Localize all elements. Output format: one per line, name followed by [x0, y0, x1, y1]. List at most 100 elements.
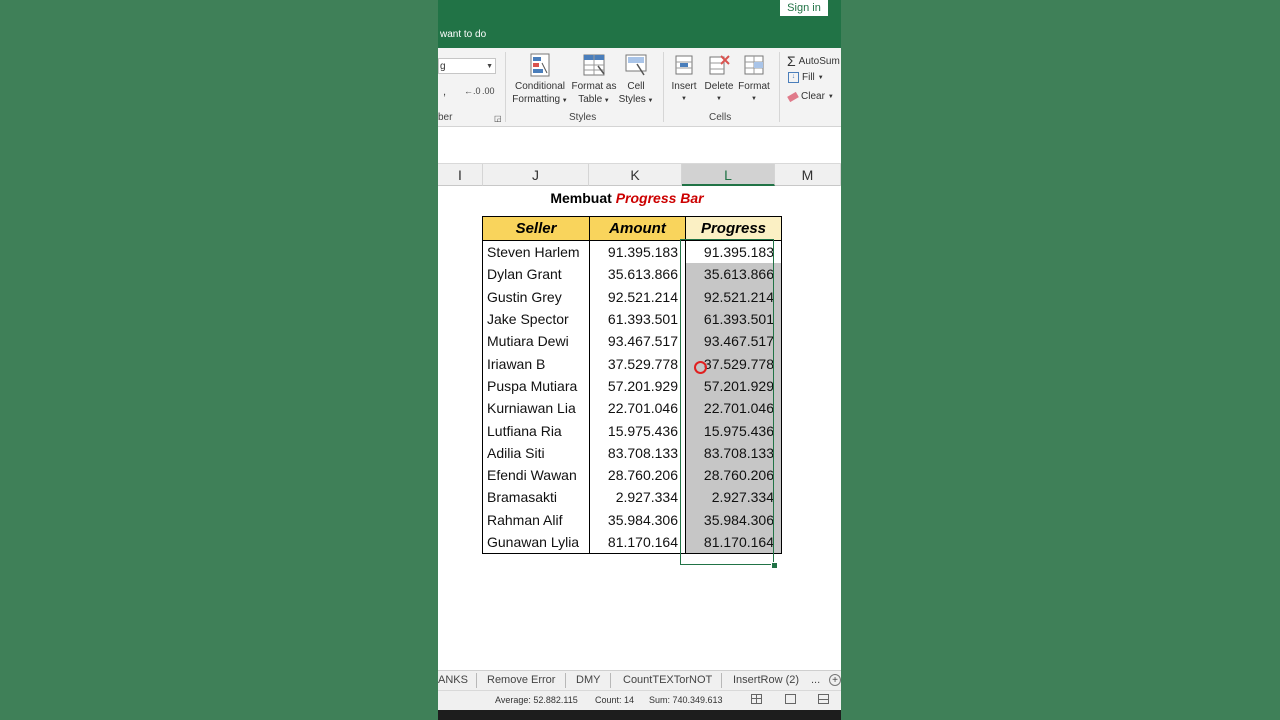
delete-button[interactable]: Delete ▼ — [702, 52, 736, 106]
progress-cell[interactable]: 81.170.164 — [685, 530, 782, 555]
table-row: Gustin Grey 92.521.214 92.521.214 — [482, 285, 782, 308]
seller-cell[interactable]: Adilia Siti — [482, 441, 590, 464]
normal-view-icon[interactable] — [751, 694, 762, 704]
column-header-i[interactable]: I — [438, 164, 483, 186]
column-header-k[interactable]: K — [589, 164, 682, 186]
insert-button[interactable]: Insert ▼ — [667, 52, 701, 106]
seller-cell[interactable]: Puspa Mutiara — [482, 374, 590, 398]
sheet-tab[interactable]: ANKS — [438, 671, 468, 690]
page-break-view-icon[interactable] — [818, 694, 829, 704]
autosum-button[interactable]: Σ AutoSum — [787, 53, 840, 69]
progress-cell[interactable]: 61.393.501 — [685, 307, 782, 331]
seller-cell[interactable]: Lutfiana Ria — [482, 419, 590, 442]
progress-cell[interactable]: 28.760.206 — [685, 463, 782, 487]
amount-cell[interactable]: 35.984.306 — [589, 508, 686, 531]
conditional-formatting-button[interactable]: Conditional Formatting ▼ — [512, 52, 568, 108]
tab-separator — [721, 673, 722, 688]
clear-label: Clear — [801, 91, 825, 102]
worksheet-grid[interactable]: Membuat Progress Bar Seller Amount Progr… — [438, 186, 841, 670]
tab-separator — [476, 673, 477, 688]
amount-cell[interactable]: 93.467.517 — [589, 330, 686, 353]
amount-cell[interactable]: 2.927.334 — [589, 486, 686, 509]
progress-cell[interactable]: 22.701.046 — [685, 397, 782, 420]
more-tabs-button[interactable]: ... — [811, 671, 820, 690]
seller-cell[interactable]: Bramasakti — [482, 486, 590, 509]
mouse-cursor-highlight-icon — [694, 361, 707, 374]
format-button[interactable]: Format ▼ — [737, 52, 771, 106]
seller-cell[interactable]: Steven Harlem — [482, 240, 590, 264]
progress-cell[interactable]: 83.708.133 — [685, 441, 782, 464]
seller-cell[interactable]: Jake Spector — [482, 307, 590, 331]
amount-cell[interactable]: 22.701.046 — [589, 397, 686, 420]
sigma-icon: Σ — [787, 53, 796, 69]
sheet-tab[interactable]: InsertRow (2) — [733, 671, 799, 690]
progress-cell[interactable]: 2.927.334 — [685, 486, 782, 509]
increase-decimal-button[interactable]: ←.0 — [464, 86, 481, 96]
header-amount[interactable]: Amount — [589, 216, 686, 241]
format-as-table-icon — [583, 54, 605, 76]
status-count: Count: 14 — [595, 695, 635, 705]
sheet-tab[interactable]: DMY — [576, 671, 600, 690]
column-header-m[interactable]: M — [775, 164, 841, 186]
clear-button[interactable]: Clear ▼ — [787, 91, 834, 102]
amount-cell[interactable]: 57.201.929 — [589, 374, 686, 398]
progress-cell[interactable]: 93.467.517 — [685, 330, 782, 353]
number-format-value: g — [440, 61, 446, 72]
seller-cell[interactable]: Kurniawan Lia — [482, 397, 590, 420]
excel-window: Sign in want to do g ▼ , ←.0 .00 ber ◲ C… — [438, 0, 841, 720]
seller-cell[interactable]: Gunawan Lylia — [482, 530, 590, 555]
progress-cell[interactable]: 15.975.436 — [685, 419, 782, 442]
progress-cell[interactable]: 91.395.183 — [685, 240, 782, 264]
amount-cell[interactable]: 15.975.436 — [589, 419, 686, 442]
sheet-tab[interactable]: CountTEXTorNOT — [623, 671, 712, 690]
table-row: Gunawan Lylia 81.170.164 81.170.164 — [482, 530, 782, 555]
tab-separator — [565, 673, 566, 688]
status-bar: Average: 52.882.115 Count: 14 Sum: 740.3… — [438, 690, 841, 711]
header-seller[interactable]: Seller — [482, 216, 590, 241]
sign-in-button[interactable]: Sign in — [780, 0, 828, 16]
amount-cell[interactable]: 35.613.866 — [589, 263, 686, 286]
seller-cell[interactable]: Mutiara Dewi — [482, 330, 590, 353]
decrease-decimal-button[interactable]: .00 — [482, 86, 495, 96]
sheet-tab[interactable]: Remove Error — [487, 671, 555, 690]
amount-cell[interactable]: 37.529.778 — [589, 352, 686, 375]
progress-cell[interactable]: 57.201.929 — [685, 374, 782, 398]
table-row: Bramasakti 2.927.334 2.927.334 — [482, 486, 782, 509]
seller-cell[interactable]: Rahman Alif — [482, 508, 590, 531]
cell-styles-button[interactable]: Cell Styles ▼ — [618, 52, 654, 108]
dropdown-arrow-icon: ▼ — [602, 98, 610, 104]
table-row: Rahman Alif 35.984.306 35.984.306 — [482, 508, 782, 531]
amount-cell[interactable]: 91.395.183 — [589, 240, 686, 264]
amount-cell[interactable]: 81.170.164 — [589, 530, 686, 555]
format-as-table-label-1: Format as — [571, 81, 617, 92]
format-as-table-label-2: Table — [578, 94, 603, 105]
cell-styles-label-1: Cell — [627, 81, 645, 92]
delete-label: Delete — [704, 81, 734, 92]
number-format-dropdown[interactable]: g ▼ — [438, 58, 496, 74]
seller-cell[interactable]: Dylan Grant — [482, 263, 590, 286]
amount-cell[interactable]: 61.393.501 — [589, 307, 686, 331]
seller-cell[interactable]: Gustin Grey — [482, 285, 590, 308]
fill-handle[interactable] — [771, 562, 778, 569]
page-layout-view-icon[interactable] — [785, 694, 796, 704]
amount-cell[interactable]: 83.708.133 — [589, 441, 686, 464]
header-progress[interactable]: Progress — [685, 216, 782, 241]
progress-cell[interactable]: 35.613.866 — [685, 263, 782, 286]
progress-cell[interactable]: 92.521.214 — [685, 285, 782, 308]
fill-button[interactable]: ↓ Fill ▼ — [788, 72, 824, 83]
seller-cell[interactable]: Iriawan B — [482, 352, 590, 375]
progress-cell[interactable]: 35.984.306 — [685, 508, 782, 531]
format-as-table-button[interactable]: Format as Table ▼ — [569, 52, 619, 108]
table-row: Kurniawan Lia 22.701.046 22.701.046 — [482, 397, 782, 420]
comma-style-button[interactable]: , — [443, 86, 446, 98]
ribbon-separator — [779, 52, 780, 122]
tell-me-search[interactable]: want to do — [440, 29, 486, 40]
table-row: Efendi Wawan 28.760.206 28.760.206 — [482, 463, 782, 487]
column-header-j[interactable]: J — [483, 164, 589, 186]
amount-cell[interactable]: 28.760.206 — [589, 463, 686, 487]
amount-cell[interactable]: 92.521.214 — [589, 285, 686, 308]
add-sheet-icon[interactable]: + — [829, 674, 841, 686]
seller-cell[interactable]: Efendi Wawan — [482, 463, 590, 487]
dialog-launcher-icon[interactable]: ◲ — [494, 114, 502, 123]
column-header-l[interactable]: L — [682, 164, 775, 186]
